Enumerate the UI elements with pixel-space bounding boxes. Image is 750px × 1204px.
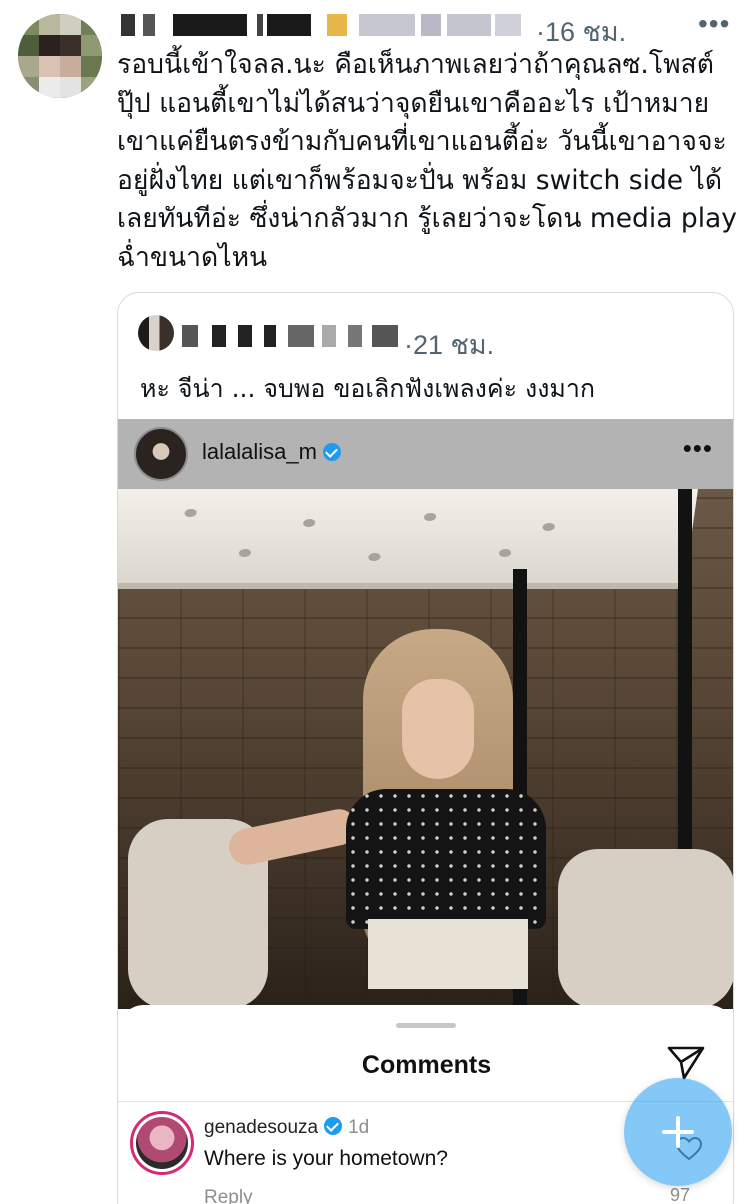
comment-username[interactable]: genadesouza 1d	[204, 1117, 369, 1139]
instagram-more-icon: •••	[682, 433, 713, 463]
person-bottom	[368, 919, 528, 989]
person-face	[402, 679, 474, 779]
commenter-avatar[interactable]	[130, 1111, 194, 1175]
quoted-tweet-text: หะ จีน่า ... จบพอ ขอเลิกฟังเพลงค่ะ งงมาก	[140, 374, 596, 403]
comments-title: Comments	[361, 1051, 492, 1079]
send-icon[interactable]	[666, 1045, 706, 1081]
quoted-tweet-card[interactable]: ·21 ชม. หะ จีน่า ... จบพอ ขอเลิกฟังเพลงค…	[117, 292, 734, 1204]
compose-button[interactable]	[624, 1078, 732, 1186]
sheet-handle[interactable]	[396, 1023, 456, 1028]
comment-text: Where is your hometown?	[204, 1147, 448, 1170]
quoted-author-avatar	[138, 315, 174, 351]
comment-like-count: 97	[670, 1185, 691, 1204]
instagram-avatar	[134, 427, 188, 481]
cart-canopy	[118, 489, 698, 589]
author-name-redacted[interactable]	[117, 14, 527, 38]
avatar[interactable]	[18, 14, 102, 98]
person-top	[346, 789, 546, 929]
more-options-icon[interactable]: •••	[698, 8, 730, 40]
instagram-username: lalalalisa_m	[202, 439, 341, 465]
cart-seat	[558, 849, 733, 1009]
instagram-photo[interactable]	[118, 489, 733, 1009]
reply-button[interactable]: Reply	[204, 1187, 253, 1204]
person-arm	[225, 805, 361, 869]
comment-age: 1d	[348, 1117, 370, 1138]
quoted-author-name-redacted	[182, 323, 402, 347]
instagram-post-header: lalalalisa_m •••	[118, 419, 733, 489]
verified-badge-icon	[322, 443, 341, 461]
quoted-tweet-timestamp: ·21 ชม.	[404, 330, 495, 360]
tweet-text: รอบนี้เข้าใจลล.นะ คือเห็นภาพเลยว่าถ้าคุณ…	[117, 49, 737, 273]
verified-badge-icon	[324, 1117, 343, 1135]
